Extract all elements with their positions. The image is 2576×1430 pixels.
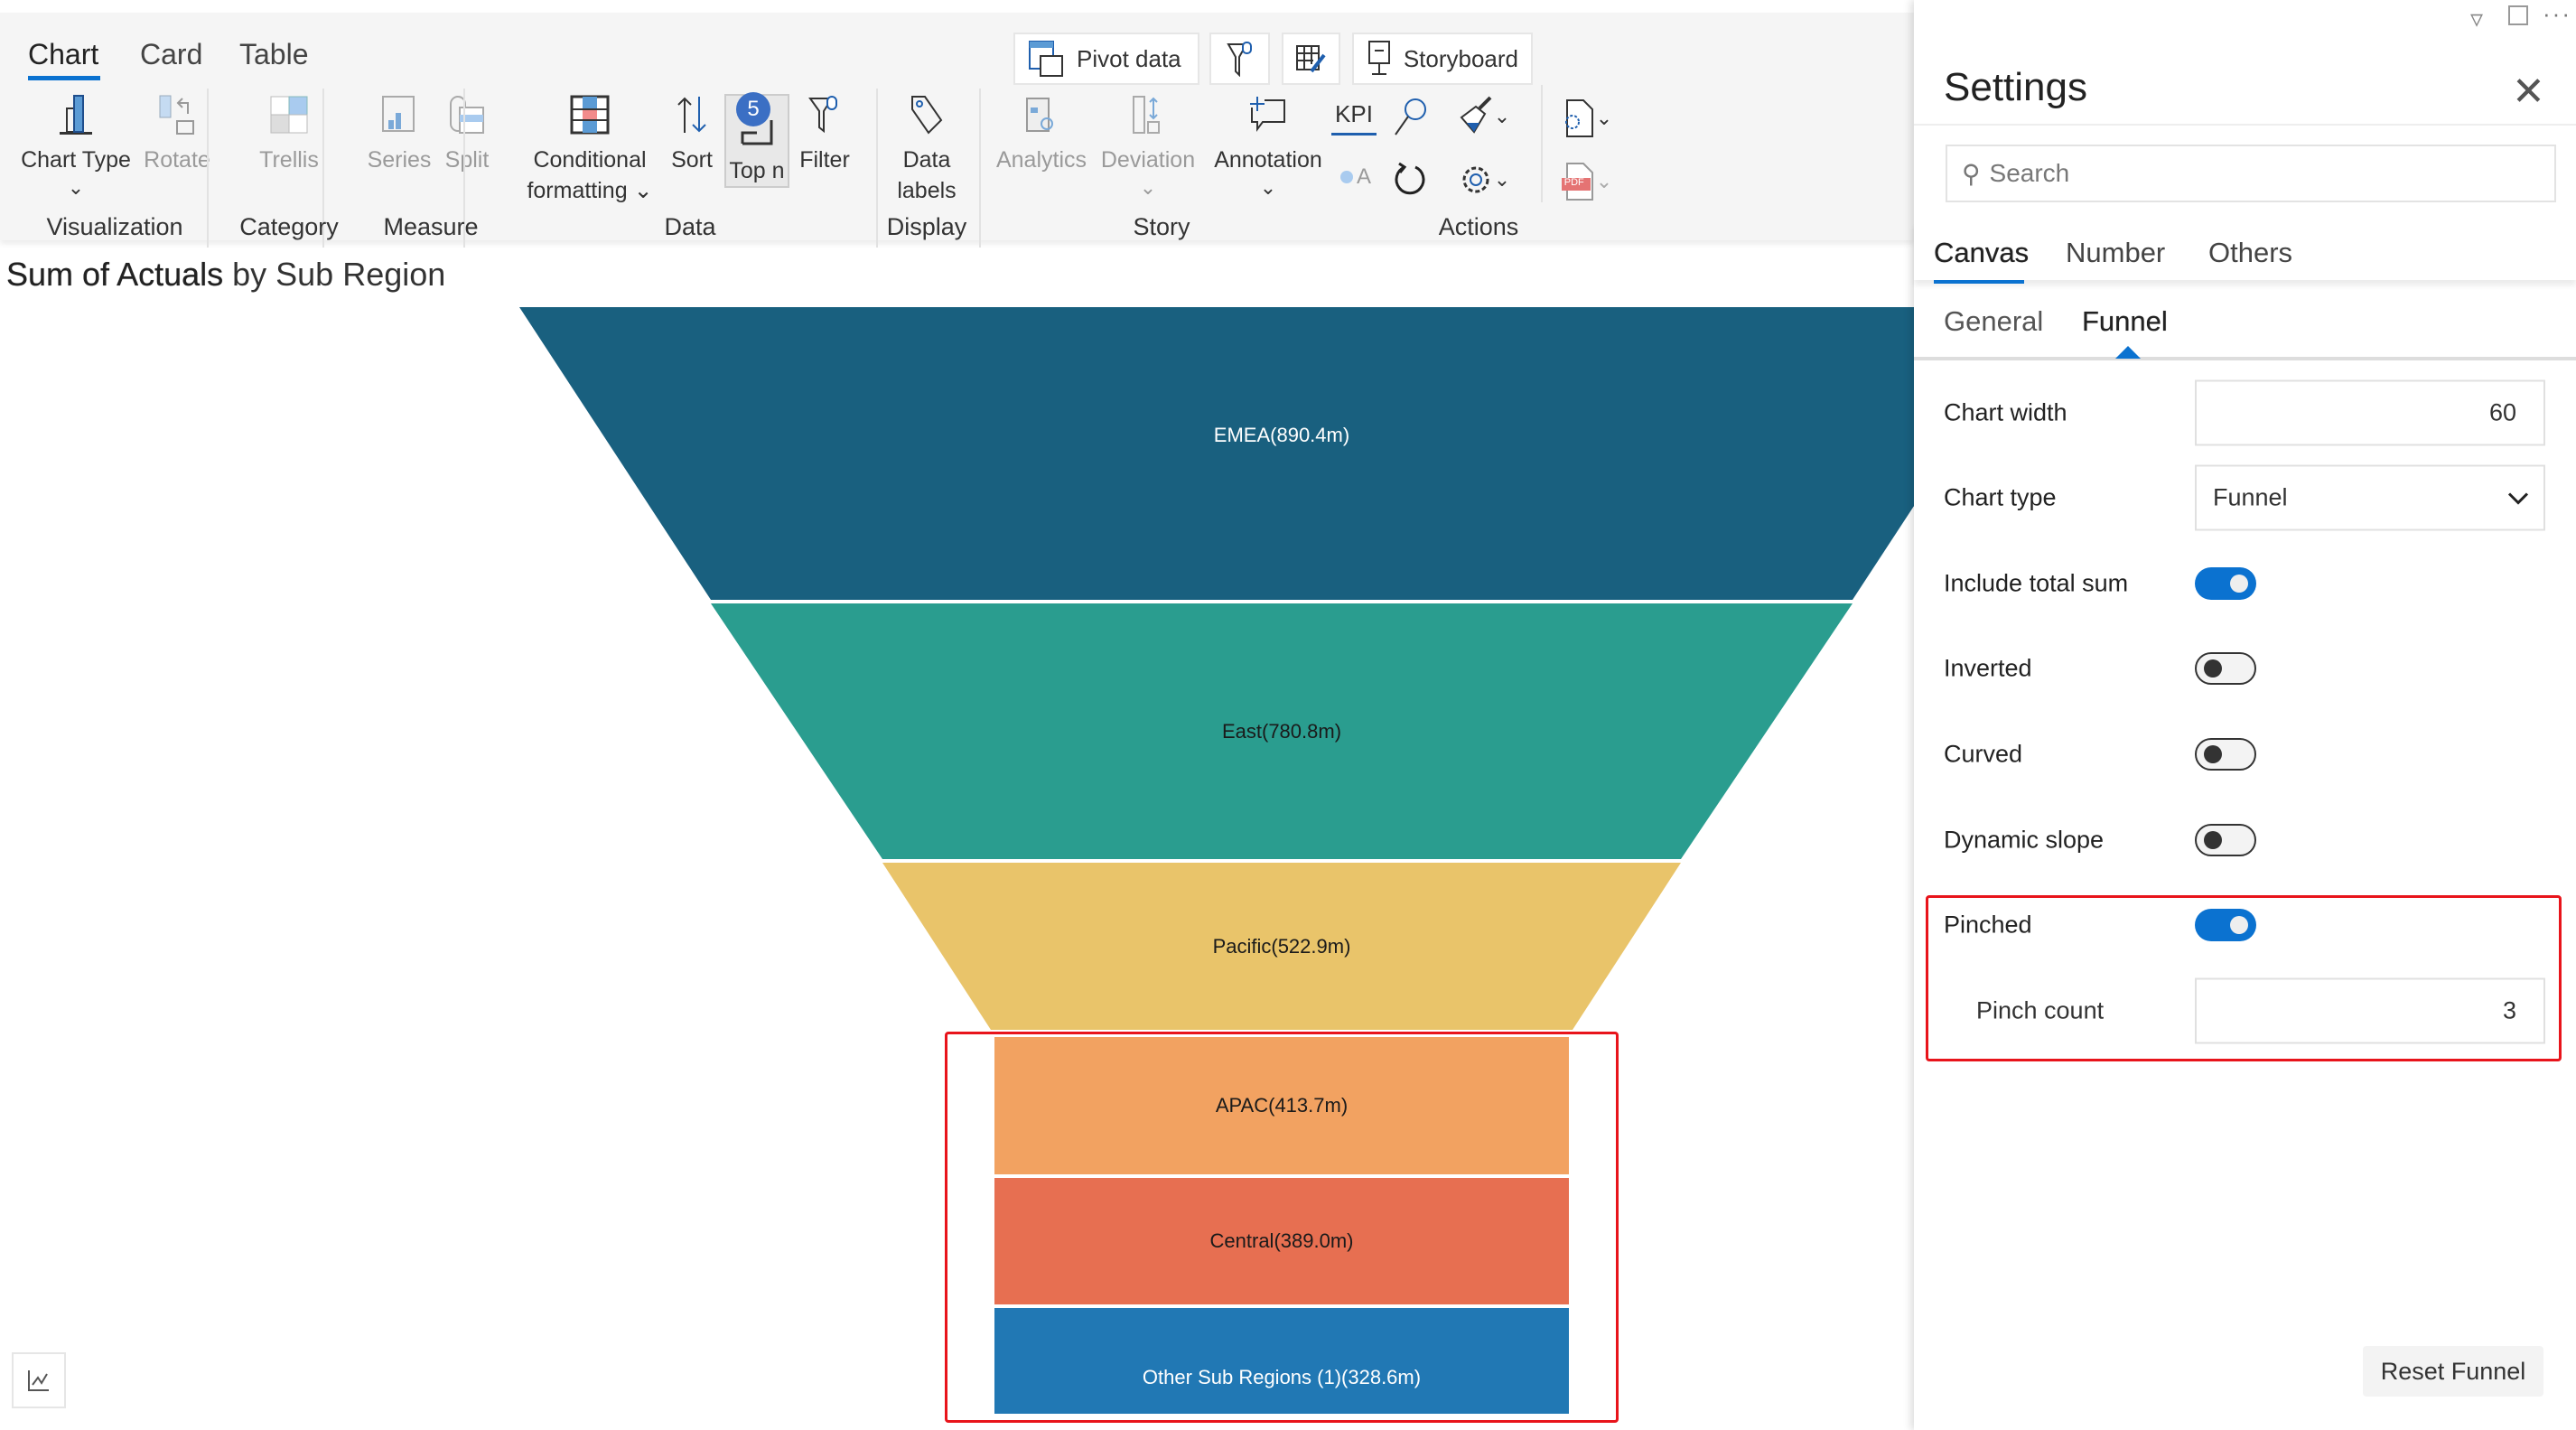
funnel-data-label: EMEA(890.4m) bbox=[1213, 424, 1350, 446]
divider bbox=[1914, 124, 2576, 126]
funnel-data-label: Pacific(522.9m) bbox=[1212, 934, 1351, 958]
divider bbox=[1914, 357, 2576, 360]
subtab-funnel[interactable]: Funnel bbox=[2082, 305, 2168, 338]
subtab-general[interactable]: General bbox=[1944, 305, 2043, 338]
focus-mode-icon[interactable] bbox=[2508, 5, 2528, 25]
more-options-icon[interactable]: ··· bbox=[2543, 0, 2571, 28]
toggle-knob bbox=[2204, 831, 2222, 849]
settings-title: Settings bbox=[1944, 65, 2087, 109]
chart-type-value: Funnel bbox=[2213, 483, 2288, 511]
tab-number[interactable]: Number bbox=[2066, 237, 2165, 269]
chart-width-label: Chart width bbox=[1944, 398, 2067, 426]
search-icon: ⚲ bbox=[1962, 159, 1981, 188]
toggle-knob bbox=[2204, 745, 2222, 763]
include-total-sum-label: Include total sum bbox=[1944, 569, 2129, 597]
toggle-knob bbox=[2204, 659, 2222, 678]
inverted-label: Inverted bbox=[1944, 654, 2032, 682]
settings-panel: ▿ ··· Settings ✕ ⚲ Search Canvas Number O… bbox=[1914, 0, 2576, 1430]
pinched-settings-highlight-box bbox=[1926, 895, 2562, 1061]
chart-insights-button[interactable] bbox=[12, 1352, 66, 1408]
curved-toggle[interactable] bbox=[2195, 738, 2256, 771]
filter-icon[interactable]: ▿ bbox=[2470, 4, 2483, 33]
tab-others[interactable]: Others bbox=[2208, 237, 2292, 269]
settings-tabs: Canvas Number Others bbox=[1914, 222, 2576, 284]
chart-width-input[interactable]: 60 bbox=[2195, 379, 2545, 446]
toggle-knob bbox=[2230, 575, 2248, 593]
active-subtab-indicator bbox=[2115, 346, 2141, 359]
close-icon[interactable]: ✕ bbox=[2512, 72, 2545, 112]
dynamic-slope-label: Dynamic slope bbox=[1944, 826, 2105, 854]
insights-icon bbox=[28, 1370, 49, 1391]
chart-type-label: Chart type bbox=[1944, 483, 2057, 511]
funnel-data-label: East(780.8m) bbox=[1221, 719, 1342, 743]
chevron-down-icon bbox=[2507, 491, 2529, 505]
pinched-highlight-box bbox=[945, 1032, 1619, 1423]
search-input[interactable]: ⚲ Search bbox=[1946, 145, 2556, 202]
dynamic-slope-toggle[interactable] bbox=[2195, 824, 2256, 856]
include-total-sum-toggle[interactable] bbox=[2195, 567, 2256, 600]
active-tab-indicator bbox=[1934, 280, 2024, 284]
curved-label: Curved bbox=[1944, 740, 2023, 768]
tab-canvas[interactable]: Canvas bbox=[1934, 237, 2029, 269]
search-placeholder: Search bbox=[1989, 159, 2070, 187]
inverted-toggle[interactable] bbox=[2195, 652, 2256, 685]
chart-type-select[interactable]: Funnel bbox=[2195, 464, 2545, 531]
funnel-segment-emea[interactable] bbox=[519, 307, 1914, 600]
reset-funnel-button[interactable]: Reset Funnel bbox=[2363, 1346, 2543, 1397]
